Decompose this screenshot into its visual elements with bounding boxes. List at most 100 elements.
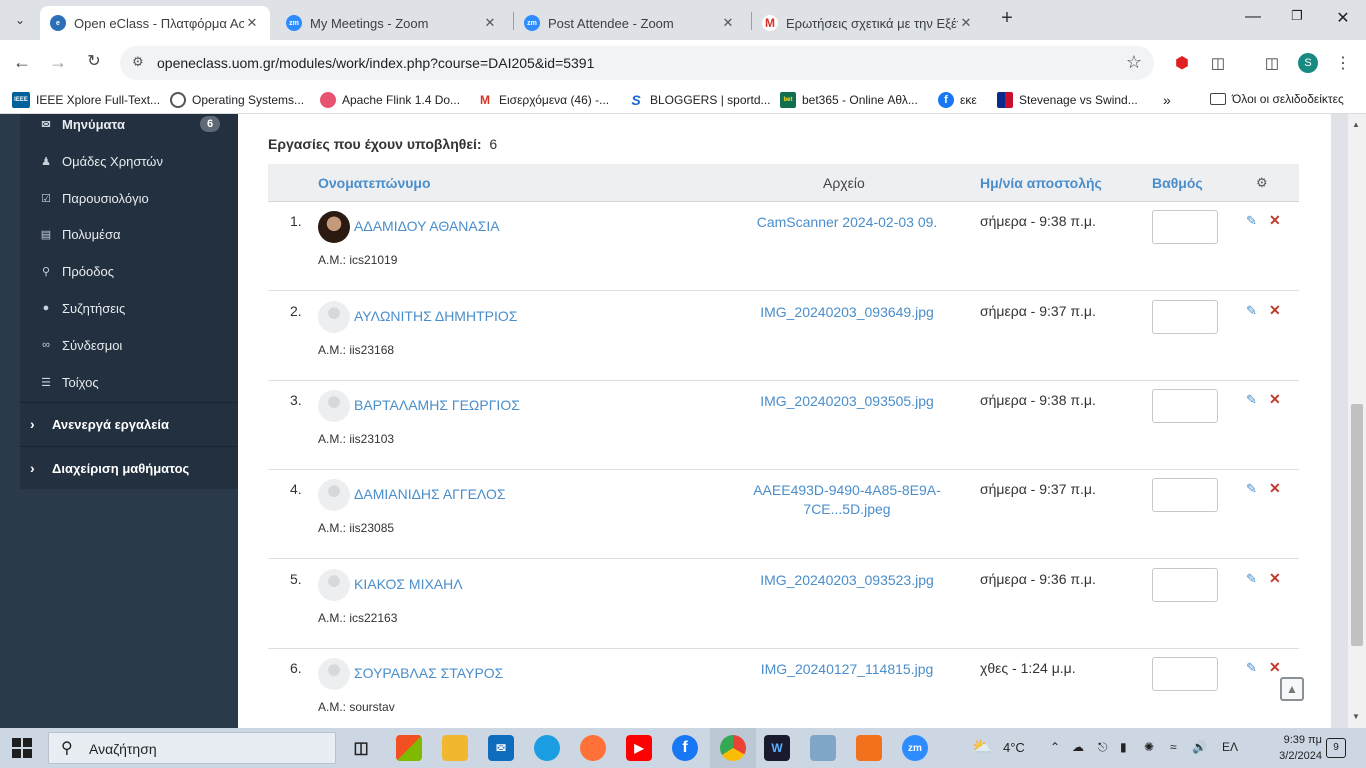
column-header-grade[interactable]: Βαθμός bbox=[1152, 175, 1203, 191]
submission-file-link[interactable]: IMG_20240203_093505.jpg bbox=[748, 392, 946, 411]
bookmark-bloggers[interactable]: S BLOGGERS | sportd... bbox=[628, 92, 771, 108]
delete-x-icon[interactable]: ✕ bbox=[1269, 302, 1281, 319]
edit-icon[interactable]: ✎ bbox=[1246, 481, 1257, 497]
bookmark-star-icon[interactable]: ☆ bbox=[1126, 52, 1142, 73]
side-panel-icon[interactable]: ◫ bbox=[1261, 52, 1283, 74]
submission-file-link[interactable]: CamScanner 2024-02-03 09. bbox=[748, 213, 946, 232]
site-settings-icon[interactable]: ⚙ bbox=[132, 54, 144, 70]
show-hidden-icons-chevron-icon[interactable]: ⌃ bbox=[1050, 740, 1060, 754]
sidebar-item-progress[interactable]: ⚲ Πρόοδος bbox=[38, 261, 114, 281]
column-header-date[interactable]: Ημ/νία αποστολής bbox=[980, 175, 1102, 191]
tab-my-meetings-zoom[interactable]: zm My Meetings - Zoom ✕ bbox=[276, 6, 508, 40]
sidebar-item-wall[interactable]: ☰ Τοίχος bbox=[38, 372, 99, 392]
battery-icon[interactable]: ▮ bbox=[1120, 740, 1127, 754]
task-view-icon[interactable]: ◫ bbox=[348, 735, 374, 761]
bookmark-apache-flink[interactable]: Apache Flink 1.4 Do... bbox=[320, 92, 460, 108]
notifications-count[interactable]: 9 bbox=[1326, 738, 1346, 758]
all-bookmarks-folder[interactable]: Όλοι οι σελιδοδείκτες bbox=[1210, 92, 1344, 106]
more-bookmarks-chevron-icon[interactable]: » bbox=[1163, 92, 1171, 108]
delete-x-icon[interactable]: ✕ bbox=[1269, 212, 1281, 229]
grade-input[interactable] bbox=[1152, 210, 1218, 244]
network-icon[interactable]: ✺ bbox=[1144, 740, 1154, 754]
grade-input[interactable] bbox=[1152, 389, 1218, 423]
sidebar-group-course-admin[interactable]: › Διαχείριση μαθήματος bbox=[20, 446, 238, 490]
window-close-icon[interactable]: ✕ bbox=[1330, 8, 1356, 32]
notes-app-icon[interactable] bbox=[810, 735, 836, 761]
tab-post-attendee-zoom[interactable]: zm Post Attendee - Zoom ✕ bbox=[514, 6, 746, 40]
firefox-icon[interactable] bbox=[580, 735, 606, 761]
grade-input[interactable] bbox=[1152, 478, 1218, 512]
scrollbar-thumb[interactable] bbox=[1351, 404, 1363, 646]
student-name-link[interactable]: ΚΙΑΚΟΣ ΜΙΧΑΗΛ bbox=[354, 576, 463, 592]
close-tab-icon[interactable]: ✕ bbox=[244, 15, 260, 31]
scroll-to-top-icon[interactable]: ▲ bbox=[1280, 677, 1304, 701]
system-clock[interactable]: 9:39 πμ 3/2/2024 bbox=[1278, 732, 1322, 764]
windows-start-icon[interactable] bbox=[12, 738, 32, 758]
submission-file-link[interactable]: AAEE493D-9490-4A85-8E9A-7CE...5D.jpeg bbox=[748, 481, 946, 519]
edge-icon[interactable] bbox=[534, 735, 560, 761]
onedrive-cloud-icon[interactable]: ☁ bbox=[1072, 740, 1084, 754]
extension-stop-icon[interactable]: ⬢ bbox=[1171, 52, 1193, 74]
grade-input[interactable] bbox=[1152, 657, 1218, 691]
delete-x-icon[interactable]: ✕ bbox=[1269, 391, 1281, 408]
zoom-app-icon[interactable]: zm bbox=[902, 735, 928, 761]
webex-icon[interactable]: W bbox=[764, 735, 790, 761]
restore-icon[interactable]: ❐ bbox=[1284, 8, 1310, 32]
chrome-icon[interactable] bbox=[720, 735, 746, 761]
address-bar[interactable]: ⚙ openeclass.uom.gr/modules/work/index.p… bbox=[120, 46, 1154, 80]
input-language[interactable]: ΕΛ bbox=[1222, 740, 1238, 754]
sidebar-item-discussions[interactable]: ● Συζητήσεις bbox=[38, 298, 126, 318]
bookmark-ieee[interactable]: IEEE IEEE Xplore Full-Text... bbox=[12, 92, 160, 108]
tab-gmail-questions[interactable]: M Ερωτήσεις σχετικά με την Εξέτ ✕ bbox=[752, 6, 984, 40]
facebook-app-icon[interactable]: f bbox=[672, 735, 698, 761]
weather-temperature[interactable]: 4°C bbox=[1003, 740, 1025, 755]
sidebar-item-links[interactable]: ∞ Σύνδεσμοι bbox=[38, 335, 122, 355]
close-tab-icon[interactable]: ✕ bbox=[958, 15, 974, 31]
microsoft-store-icon[interactable] bbox=[396, 735, 422, 761]
reload-icon[interactable]: ↻ bbox=[82, 51, 106, 75]
edit-icon[interactable]: ✎ bbox=[1246, 571, 1257, 587]
grade-input[interactable] bbox=[1152, 300, 1218, 334]
grade-input[interactable] bbox=[1152, 568, 1218, 602]
wifi-icon[interactable]: ≈ bbox=[1170, 740, 1177, 754]
forward-arrow-icon[interactable]: → bbox=[46, 51, 70, 75]
edit-icon[interactable]: ✎ bbox=[1246, 660, 1257, 676]
student-name-link[interactable]: ΑΔΑΜΙΔΟΥ ΑΘΑΝΑΣΙΑ bbox=[354, 218, 500, 234]
bookmark-gmail-inbox[interactable]: M Εισερχόμενα (46) -... bbox=[477, 92, 609, 108]
close-tab-icon[interactable]: ✕ bbox=[482, 15, 498, 31]
page-scrollbar[interactable]: ▲ ▼ bbox=[1348, 114, 1366, 728]
sidebar-item-messages[interactable]: ✉ Μηνύματα bbox=[38, 114, 125, 134]
weather-sun-cloud-icon[interactable]: ⛅ bbox=[972, 737, 992, 757]
sidebar-item-attendance[interactable]: ☑ Παρουσιολόγιο bbox=[38, 188, 149, 208]
more-menu-icon[interactable]: ⋮ bbox=[1332, 52, 1354, 74]
edit-icon[interactable]: ✎ bbox=[1246, 303, 1257, 319]
delete-x-icon[interactable]: ✕ bbox=[1269, 480, 1281, 497]
bookmark-bet365[interactable]: bet bet365 - Online Αθλ... bbox=[780, 92, 918, 108]
student-name-link[interactable]: ΒΑΡΤΑΛΑΜΗΣ ΓΕΩΡΓΙΟΣ bbox=[354, 397, 520, 413]
volume-icon[interactable]: 🔊 bbox=[1192, 740, 1207, 754]
delete-x-icon[interactable]: ✕ bbox=[1269, 659, 1281, 676]
sidebar-item-multimedia[interactable]: ▤ Πολυμέσα bbox=[38, 224, 121, 244]
column-header-name[interactable]: Ονοματεπώνυμο bbox=[318, 175, 431, 191]
edit-icon[interactable]: ✎ bbox=[1246, 213, 1257, 229]
extensions-puzzle-icon[interactable]: ◫ bbox=[1207, 52, 1229, 74]
student-name-link[interactable]: ΑΥΛΩΝΙΤΗΣ ΔΗΜΗΤΡΙΟΣ bbox=[354, 308, 517, 324]
bookmark-facebook[interactable]: f εκε bbox=[938, 92, 977, 108]
bookmark-operating-systems[interactable]: Operating Systems... bbox=[170, 92, 304, 108]
submission-file-link[interactable]: IMG_20240127_114815.jpg bbox=[748, 660, 946, 679]
back-arrow-icon[interactable]: ← bbox=[10, 51, 34, 75]
sidebar-group-inactive-tools[interactable]: › Ανενεργά εργαλεία bbox=[20, 402, 238, 446]
submission-file-link[interactable]: IMG_20240203_093649.jpg bbox=[748, 303, 946, 322]
new-tab-plus-icon[interactable]: + bbox=[996, 8, 1018, 30]
edit-icon[interactable]: ✎ bbox=[1246, 392, 1257, 408]
youtube-icon[interactable]: ▶ bbox=[626, 735, 652, 761]
url-text[interactable]: openeclass.uom.gr/modules/work/index.php… bbox=[157, 55, 594, 71]
tab-open-eclass[interactable]: e Open eClass - Πλατφόρμα Ασύ ✕ bbox=[40, 6, 270, 40]
profile-avatar[interactable]: S bbox=[1297, 52, 1319, 74]
microphone-icon[interactable]: ⎋ bbox=[1098, 740, 1108, 755]
student-name-link[interactable]: ΔΑΜΙΑΝΙΔΗΣ ΑΓΓΕΛΟΣ bbox=[354, 486, 506, 502]
scroll-down-arrow-icon[interactable]: ▼ bbox=[1352, 712, 1360, 721]
bookmark-stevenage[interactable]: Stevenage vs Swind... bbox=[997, 92, 1138, 108]
delete-x-icon[interactable]: ✕ bbox=[1269, 570, 1281, 587]
mail-icon[interactable]: ✉ bbox=[488, 735, 514, 761]
